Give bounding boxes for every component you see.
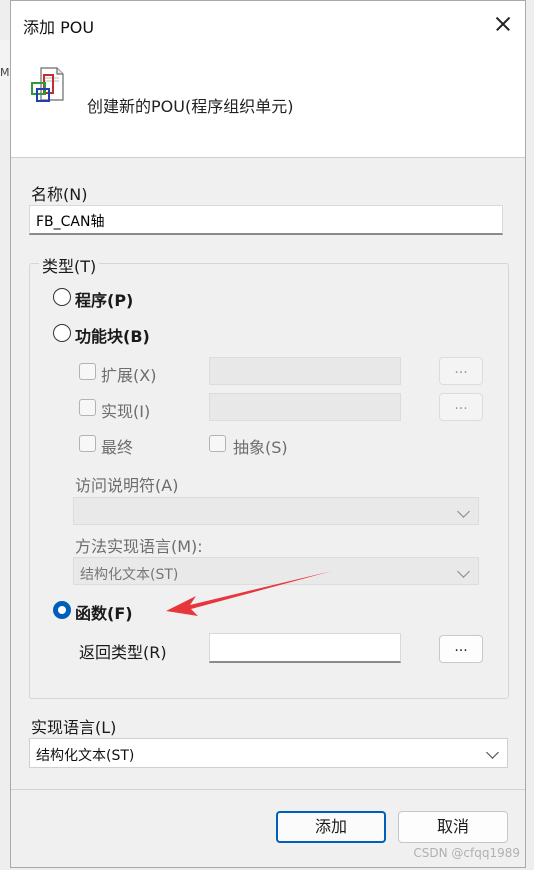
function-radio[interactable] (53, 601, 71, 619)
function-block-label: 功能块(B) (75, 327, 150, 346)
impl-lang-label: 实现语言(L) (31, 718, 117, 737)
chevron-down-icon (486, 746, 499, 759)
dialog-header: 创建新的POU(程序组织单元) (11, 49, 525, 158)
header-description: 创建新的POU(程序组织单元) (87, 97, 294, 116)
return-type-label: 返回类型(R) (79, 643, 167, 662)
implements-browse-button[interactable]: ... (439, 393, 483, 421)
extends-checkbox[interactable] (79, 363, 96, 380)
annotation-arrow-icon (166, 571, 332, 616)
name-input[interactable]: FB_CAN轴 (29, 205, 503, 235)
chevron-down-icon (457, 565, 470, 578)
access-specifier-label: 访问说明符(A) (75, 476, 179, 495)
final-checkbox[interactable] (79, 435, 96, 452)
chevron-down-icon (457, 505, 470, 518)
implements-input[interactable] (209, 393, 401, 421)
background-stub-text: M (0, 66, 10, 79)
dialog-title: 添加 POU (23, 18, 95, 37)
extends-label: 扩展(X) (101, 366, 157, 385)
impl-lang-value: 结构化文本(ST) (36, 748, 135, 764)
abstract-checkbox[interactable] (209, 435, 226, 452)
extends-input[interactable] (209, 357, 401, 385)
type-group-label: 类型(T) (39, 253, 100, 277)
add-pou-dialog: 添加 POU 创建新的POU(程序组织单元) 名称(N) FB_CAN轴 类型(… (10, 0, 526, 868)
close-button[interactable] (479, 1, 525, 47)
title-bar: 添加 POU (11, 1, 525, 49)
implements-checkbox[interactable] (79, 399, 96, 416)
pou-icon (31, 67, 64, 102)
add-button[interactable]: 添加 (276, 811, 386, 843)
abstract-label: 抽象(S) (233, 438, 288, 457)
implements-label: 实现(I) (101, 402, 151, 421)
program-label: 程序(P) (75, 291, 134, 310)
footer-divider (11, 789, 525, 790)
return-type-browse-button[interactable]: ... (439, 635, 483, 663)
impl-lang-select[interactable]: 结构化文本(ST) (29, 738, 508, 768)
function-block-radio[interactable] (53, 324, 71, 342)
return-type-input[interactable] (209, 633, 401, 663)
extends-browse-button[interactable]: ... (439, 357, 483, 385)
watermark: CSDN @cfqq1989 (413, 846, 520, 860)
function-label: 函数(F) (75, 604, 133, 623)
final-label: 最终 (101, 438, 134, 457)
program-radio[interactable] (53, 288, 71, 306)
name-label: 名称(N) (31, 185, 88, 204)
access-specifier-select[interactable] (73, 497, 479, 525)
method-lang-label: 方法实现语言(M): (75, 537, 203, 556)
cancel-button[interactable]: 取消 (398, 811, 508, 843)
